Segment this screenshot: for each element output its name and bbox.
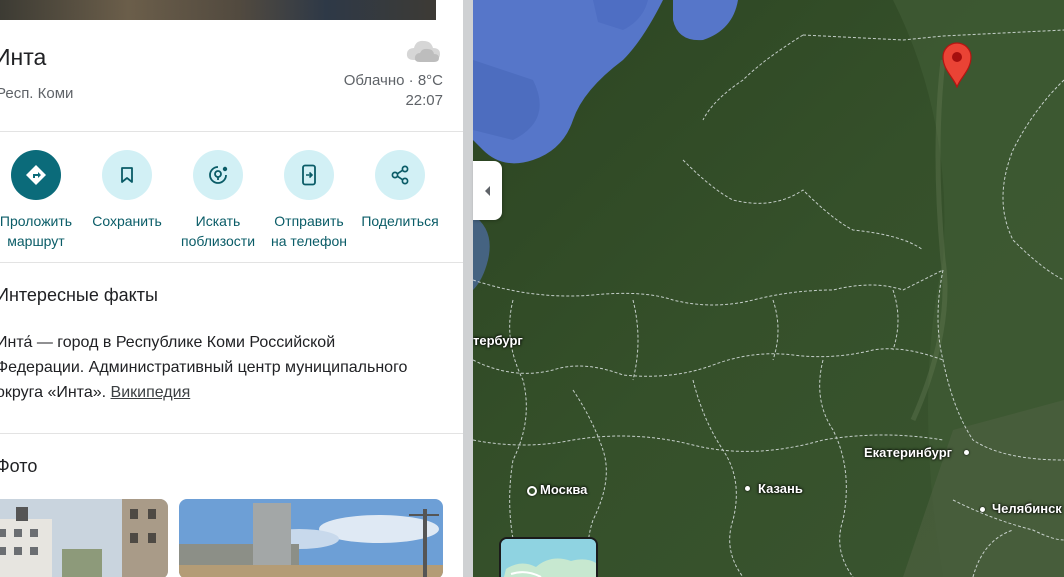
directions-icon xyxy=(26,165,46,185)
directions-button[interactable]: Проложить маршрут xyxy=(0,150,86,251)
photos-title: Фото xyxy=(0,456,38,476)
city-label-ekaterinburg[interactable]: Екатеринбург xyxy=(864,445,952,460)
nearby-button[interactable]: Искать поблизости xyxy=(168,150,268,251)
place-region: Респ. Коми xyxy=(0,85,74,102)
divider xyxy=(0,131,463,132)
photo-thumbnail[interactable] xyxy=(179,499,443,577)
wikipedia-link[interactable]: Википедия xyxy=(111,384,191,401)
panel-scrollbar[interactable] xyxy=(463,0,473,577)
local-time: 22:07 xyxy=(405,92,443,109)
save-label: Сохранить xyxy=(92,213,162,229)
weather-summary: Облачно · 8°C xyxy=(343,72,443,89)
facts-title: Интересные факты xyxy=(0,285,158,305)
cloud-icon xyxy=(406,40,440,62)
facts-description: Инта́ — город в Республике Коми Российск… xyxy=(0,334,408,401)
send-to-phone-label: Отправить на телефон xyxy=(271,213,347,249)
photo-image xyxy=(179,499,443,577)
city-label-moscow[interactable]: Москва xyxy=(540,482,587,497)
share-icon xyxy=(391,165,409,185)
minimap-image xyxy=(501,539,596,577)
directions-label: Проложить маршрут xyxy=(0,213,73,249)
divider xyxy=(0,262,463,263)
nearby-icon xyxy=(209,166,228,184)
photo-thumbnail[interactable] xyxy=(0,499,168,577)
city-label-kazan[interactable]: Казань xyxy=(758,481,803,496)
layers-minimap[interactable] xyxy=(499,537,598,577)
city-label-spb[interactable]: тербург xyxy=(473,333,523,348)
facts-text: Инта́ — город в Республике Коми Российск… xyxy=(0,330,416,405)
map-canvas[interactable]: тербург Москва Казань Екатеринбург Челяб… xyxy=(473,0,1064,577)
divider xyxy=(0,433,463,434)
send-to-phone-button[interactable]: Отправить на телефон xyxy=(259,150,359,251)
share-button[interactable]: Поделиться xyxy=(350,150,450,231)
send-to-phone-icon xyxy=(302,164,316,186)
share-label: Поделиться xyxy=(361,213,439,229)
save-button[interactable]: Сохранить xyxy=(77,150,177,231)
chevron-left-icon xyxy=(484,185,490,196)
city-dot xyxy=(745,486,750,491)
city-dot xyxy=(964,450,969,455)
city-dot xyxy=(980,507,985,512)
nearby-label: Искать поблизости xyxy=(180,213,256,249)
capital-marker xyxy=(527,486,537,496)
photo-image xyxy=(0,499,168,577)
location-pin-icon[interactable] xyxy=(940,40,974,88)
hero-photo[interactable] xyxy=(0,0,436,20)
collapse-panel-button[interactable] xyxy=(473,161,502,220)
city-label-chelyabinsk[interactable]: Челябинск xyxy=(992,501,1062,516)
place-panel: Инта Респ. Коми Облачно · 8°C 22:07 Прол… xyxy=(0,0,463,577)
bookmark-icon xyxy=(121,167,133,183)
place-title: Инта xyxy=(0,44,47,70)
